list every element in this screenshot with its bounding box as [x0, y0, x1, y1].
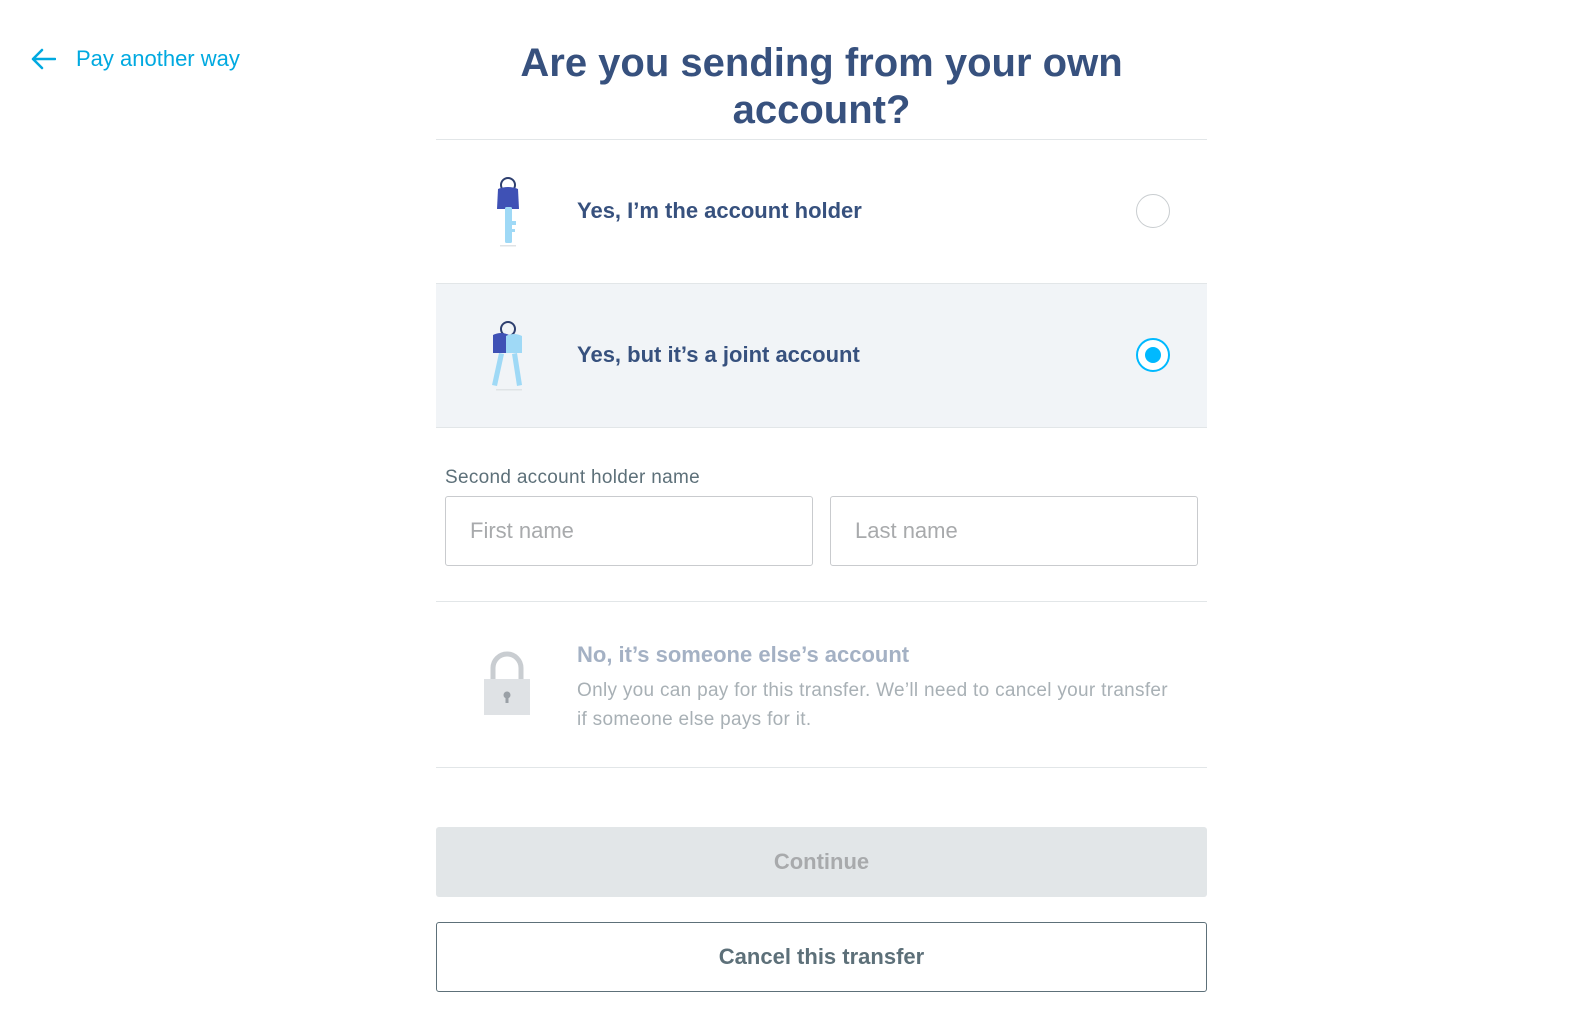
pay-another-way-link[interactable]: Pay another way — [30, 46, 240, 72]
option-joint-account[interactable]: Yes, but it’s a joint account — [436, 284, 1207, 428]
option-joint-account-label: Yes, but it’s a joint account — [577, 342, 860, 367]
option-someone-else-title: No, it’s someone else’s account — [577, 642, 910, 667]
continue-button[interactable]: Continue — [436, 827, 1207, 897]
option-someone-else: No, it’s someone else’s account Only you… — [436, 602, 1207, 768]
option-someone-else-description: Only you can pay for this transfer. We’l… — [577, 680, 1168, 730]
option-account-holder-label: Yes, I’m the account holder — [577, 198, 862, 223]
radio-account-holder[interactable] — [1136, 194, 1170, 228]
option-account-holder[interactable]: Yes, I’m the account holder — [436, 140, 1207, 284]
radio-selected-dot — [1145, 347, 1161, 363]
second-holder-section: Second account holder name — [436, 426, 1207, 602]
cancel-transfer-button[interactable]: Cancel this transfer — [436, 922, 1207, 992]
page: Pay another way Are you sending from you… — [0, 0, 1591, 1028]
arrow-left-icon — [30, 48, 56, 70]
page-title: Are you sending from your own account? — [520, 41, 1123, 132]
first-name-input[interactable] — [445, 496, 813, 566]
back-link-label: Pay another way — [76, 46, 240, 71]
last-name-input[interactable] — [830, 496, 1198, 566]
radio-joint-account[interactable] — [1136, 338, 1170, 372]
single-key-icon — [484, 176, 532, 248]
account-options: Yes, I’m the account holder Yes, but it’… — [436, 139, 1207, 428]
padlock-icon — [482, 651, 532, 722]
two-keys-icon — [484, 320, 532, 392]
second-holder-label: Second account holder name — [445, 467, 700, 488]
